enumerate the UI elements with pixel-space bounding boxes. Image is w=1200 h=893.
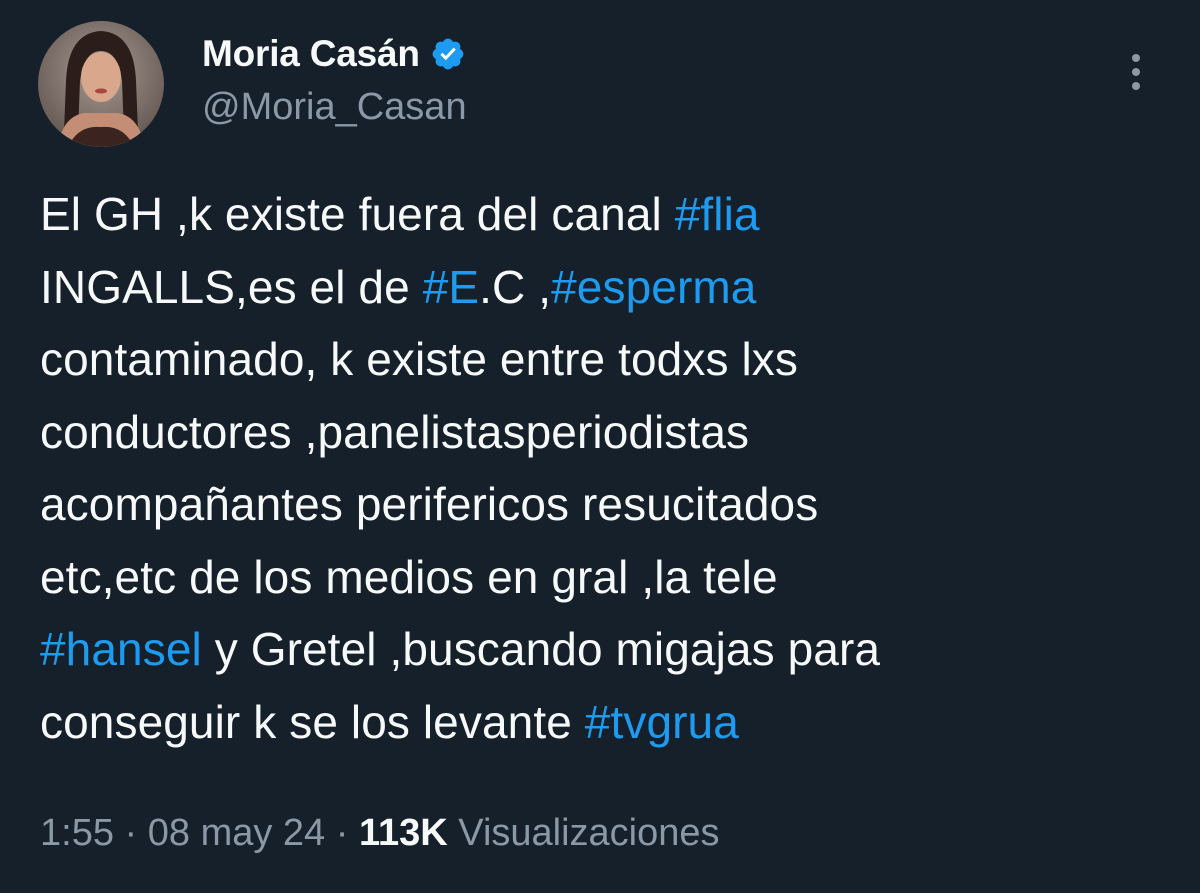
tweet-text-segment: y Gretel ,buscando migajas para	[201, 623, 881, 675]
more-vertical-icon	[1132, 54, 1140, 90]
meta-separator: ·	[335, 812, 349, 854]
avatar-image	[38, 21, 164, 147]
tweet-text-segment: conseguir k se los levante	[40, 695, 585, 748]
tweet-text-line: contaminado, k existe entre todxs lxs	[40, 323, 1160, 396]
avatar[interactable]	[38, 21, 164, 147]
tweet-text-line: etc,etc de los medios en gral ,la tele	[40, 541, 1160, 614]
user-handle[interactable]: @Moria_Casan	[202, 86, 467, 129]
tweet-text-segment: .C ,	[479, 260, 552, 313]
tweet-text-line: acompañantes perifericos resucitados	[40, 468, 1160, 541]
meta-separator: ·	[124, 812, 138, 854]
more-options-button[interactable]	[1118, 48, 1154, 96]
views-count[interactable]: 113K	[359, 812, 448, 854]
tweet-text-line: #hansel y Gretel ,buscando migajas para	[40, 613, 1160, 686]
tweet-text-line: El GH ,k existe fuera del canal #flia	[40, 178, 1160, 251]
tweet-text-line: INGALLS,es el de #E.C ,#esperma	[40, 251, 1160, 324]
tweet-text: El GH ,k existe fuera del canal #flia ING…	[40, 178, 1160, 758]
hashtag-link[interactable]: #hansel	[40, 623, 202, 675]
tweet-text-segment: conductores ,panelistasperiodistas	[40, 405, 750, 458]
hashtag-link[interactable]: #flia	[675, 188, 760, 240]
tweet-card: Moria Casán @Moria_Casan El GH ,k existe…	[0, 0, 1200, 893]
tweet-text-segment: INGALLS,es el de	[40, 260, 423, 313]
tweet-time[interactable]: 1:55	[40, 812, 114, 854]
tweet-date[interactable]: 08 may 24	[148, 812, 325, 854]
tweet-text-line: conductores ,panelistasperiodistas	[40, 396, 1160, 469]
tweet-text-segment: etc,etc de los medios en gral ,la tele	[40, 550, 778, 603]
tweet-text-segment: acompañantes perifericos resucitados	[40, 478, 819, 530]
author-block: Moria Casán @Moria_Casan	[202, 28, 467, 129]
tweet-text-segment: contaminado, k existe entre todxs lxs	[40, 333, 798, 385]
tweet-text-segment: El GH ,k existe fuera del canal	[40, 188, 675, 240]
author-name-row: Moria Casán	[202, 28, 467, 80]
verified-badge-icon	[430, 36, 466, 72]
hashtag-link[interactable]: #esperma	[551, 261, 756, 313]
tweet-meta: 1:55 · 08 may 24 · 113K Visualizaciones	[40, 812, 720, 855]
tweet-text-line: conseguir k se los levante #tvgrua	[40, 686, 1160, 759]
views-label: Visualizaciones	[458, 812, 720, 854]
display-name[interactable]: Moria Casán	[202, 33, 420, 75]
hashtag-link[interactable]: #E	[423, 261, 479, 313]
hashtag-link[interactable]: #tvgrua	[585, 696, 739, 748]
